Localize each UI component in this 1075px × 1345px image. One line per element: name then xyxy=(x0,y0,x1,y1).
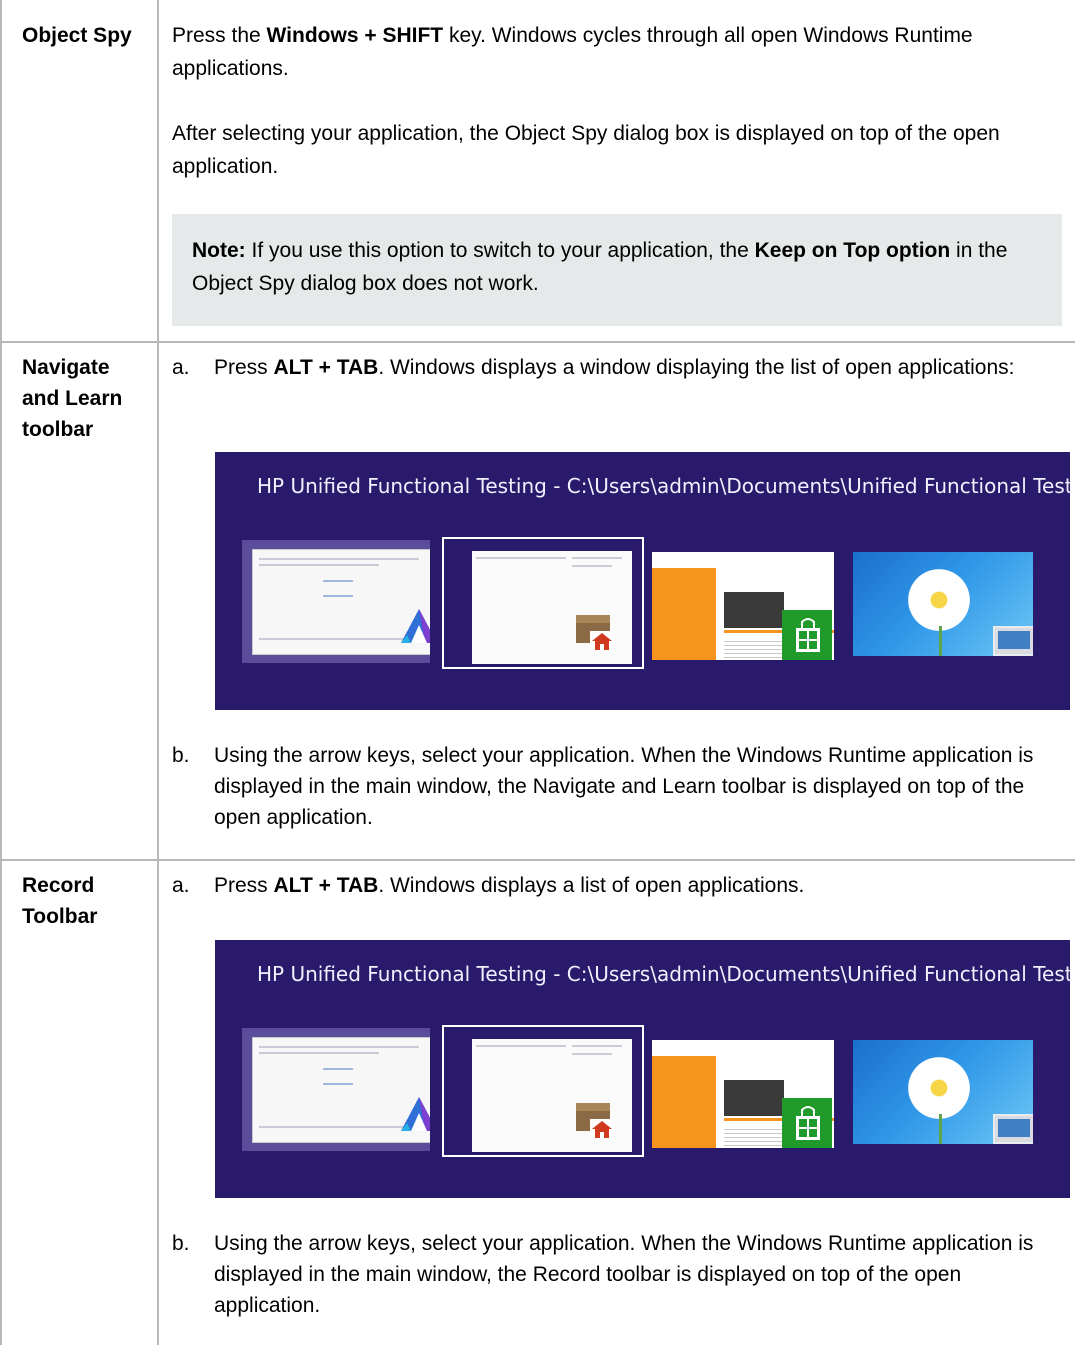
row-label-navigate-learn: Navigate and Learn toolbar xyxy=(22,356,123,441)
alt-tab-screenshot: HP Unified Functional Testing - C:\Users… xyxy=(215,452,1070,710)
photo-block xyxy=(724,592,784,628)
step-text: Using the arrow keys, select your applic… xyxy=(214,744,1034,829)
desktop-laptop-icon xyxy=(993,626,1033,656)
package-home-icon xyxy=(576,615,614,651)
orange-panel xyxy=(652,568,716,660)
text: . Windows displays a list of open applic… xyxy=(378,874,805,897)
screenshot-caption: HP Unified Functional Testing - C:\Users… xyxy=(257,474,1070,498)
text: If you use this option to switch to your… xyxy=(245,239,755,262)
app-thumbnail-desktop xyxy=(853,1040,1033,1144)
photo-block xyxy=(724,1080,784,1116)
alt-tab-screenshot: HP Unified Functional Testing - C:\Users… xyxy=(215,940,1070,1198)
list-marker: b. xyxy=(172,744,190,767)
row-label-object-spy: Object Spy xyxy=(22,24,132,47)
row-label-record-toolbar: Record Toolbar xyxy=(22,874,98,928)
app-thumbnail-store-app xyxy=(652,1040,834,1148)
package-home-icon xyxy=(576,1103,614,1139)
key-combo: ALT + TAB xyxy=(273,874,379,897)
uft-logo-icon xyxy=(401,1097,430,1131)
object-spy-result: After selecting your application, the Ob… xyxy=(172,122,1000,178)
list-marker: b. xyxy=(172,1232,190,1255)
app-thumbnail-uft xyxy=(242,540,430,663)
app-thumbnail-selected xyxy=(442,537,644,669)
daisy-stem xyxy=(939,626,942,656)
app-thumbnail-uft xyxy=(242,1028,430,1151)
app-thumbnail-store-app xyxy=(652,552,834,660)
orange-panel xyxy=(652,1056,716,1148)
list-marker: a. xyxy=(172,874,190,897)
text: . Windows displays a window displaying t… xyxy=(378,356,1015,379)
daisy-stem xyxy=(939,1114,942,1144)
step-text: Using the arrow keys, select your applic… xyxy=(214,1232,1034,1317)
object-spy-instruction: Press the Windows + SHIFT key. Windows c… xyxy=(172,19,1062,85)
option-name: Keep on Top option xyxy=(754,239,951,262)
table-row-object-spy: Object Spy Press the Windows + SHIFT key… xyxy=(0,0,1075,342)
table-row-record-toolbar: Record Toolbar a. Press ALT + TAB. Windo… xyxy=(0,861,1075,1345)
text: Press xyxy=(214,874,274,897)
uft-logo-icon xyxy=(401,609,430,643)
windows-store-icon xyxy=(782,610,832,660)
step-text: Press ALT + TAB. Windows displays a wind… xyxy=(214,352,1062,383)
app-thumbnail-desktop xyxy=(853,552,1033,656)
table-row-navigate-learn: Navigate and Learn toolbar a. Press ALT … xyxy=(0,343,1075,859)
text: Press xyxy=(214,356,274,379)
step-text: Press ALT + TAB. Windows displays a list… xyxy=(214,870,1062,901)
app-thumbnail-selected xyxy=(442,1025,644,1157)
note-text: Note: If you use this option to switch t… xyxy=(192,234,1032,300)
note-box: Note: If you use this option to switch t… xyxy=(172,214,1062,326)
text: Press the xyxy=(172,24,267,47)
list-marker: a. xyxy=(172,356,190,379)
screenshot-caption: HP Unified Functional Testing - C:\Users… xyxy=(257,962,1070,986)
note-label: Note: xyxy=(192,239,246,262)
key-combo: ALT + TAB xyxy=(273,356,379,379)
windows-store-icon xyxy=(782,1098,832,1148)
desktop-laptop-icon xyxy=(993,1114,1033,1144)
key-combo: Windows + SHIFT xyxy=(266,24,444,47)
